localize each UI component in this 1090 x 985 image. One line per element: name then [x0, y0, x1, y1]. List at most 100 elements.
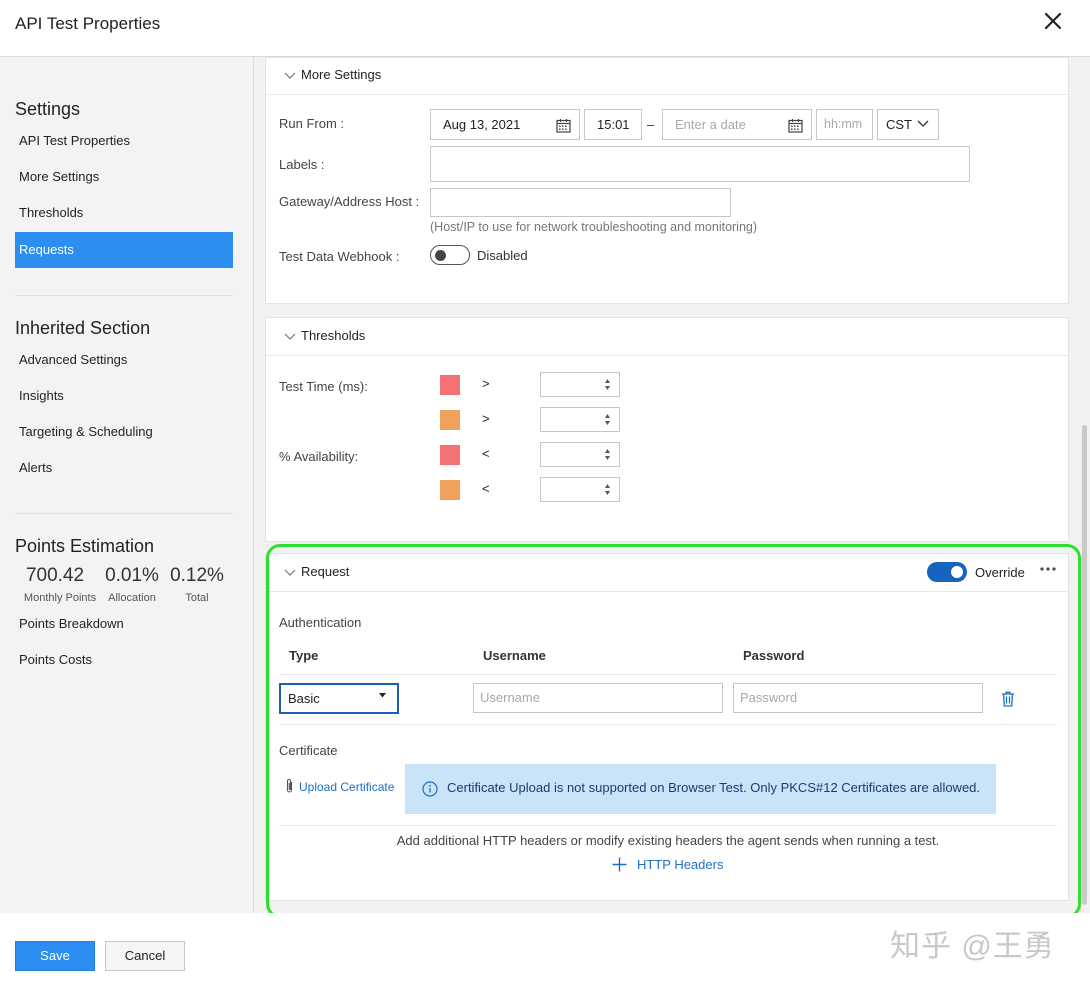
end-date-input[interactable]: Enter a date: [662, 109, 812, 140]
gateway-input[interactable]: [430, 188, 731, 217]
spinner-arrows-icon[interactable]: [604, 377, 611, 392]
password-placeholder: Password: [740, 690, 798, 705]
inherited-heading: Inherited Section: [15, 318, 151, 338]
table-divider: [279, 674, 1057, 675]
paperclip-icon: [286, 779, 293, 793]
username-placeholder: Username: [480, 690, 540, 705]
col-username-header: Username: [483, 648, 546, 663]
auth-type-value: Basic: [288, 691, 320, 706]
request-title: Request: [301, 564, 350, 579]
threshold-input[interactable]: [540, 407, 620, 432]
table-divider: [279, 724, 1057, 725]
caret-down-icon: [379, 693, 386, 698]
timezone-value: CST: [886, 117, 912, 132]
allocation-value: 0.01%: [105, 565, 159, 586]
sidebar-item-thresholds[interactable]: Thresholds: [15, 195, 233, 231]
webhook-state: Disabled: [477, 248, 528, 263]
add-http-headers-label: HTTP Headers: [637, 857, 724, 872]
end-time-input[interactable]: hh:mm: [816, 109, 873, 140]
allocation-label: Allocation: [108, 592, 156, 604]
dialog-footer: Save Cancel 知乎 @王勇: [0, 913, 1090, 985]
chevron-down-icon: [284, 569, 296, 576]
sidebar-item-more-settings[interactable]: More Settings: [15, 159, 233, 195]
sidebar-item-advanced-settings[interactable]: Advanced Settings: [15, 342, 233, 378]
username-input[interactable]: Username: [473, 683, 723, 713]
labels-label: Labels :: [279, 157, 325, 172]
spinner-arrows-icon[interactable]: [604, 482, 611, 497]
run-from-label: Run From :: [279, 116, 345, 131]
threshold-operator: <: [482, 481, 490, 496]
threshold-operator: <: [482, 446, 490, 461]
col-password-header: Password: [743, 648, 805, 663]
thresholds-header[interactable]: Thresholds: [266, 318, 1068, 356]
calendar-icon[interactable]: [556, 118, 571, 133]
save-button[interactable]: Save: [15, 941, 95, 971]
timezone-select[interactable]: CST: [877, 109, 939, 140]
more-settings-header[interactable]: More Settings: [266, 58, 1068, 95]
total-label: Total: [185, 592, 209, 604]
ellipsis-icon[interactable]: [1039, 566, 1057, 572]
col-type-header: Type: [289, 648, 319, 663]
dialog-title: API Test Properties: [15, 14, 161, 33]
trash-icon[interactable]: [1001, 691, 1015, 707]
sidebar-item-requests[interactable]: Requests: [15, 232, 233, 268]
threshold-operator: >: [482, 411, 490, 426]
points-breakdown-link[interactable]: Points Breakdown: [15, 606, 233, 642]
settings-heading: Settings: [15, 99, 81, 119]
webhook-label: Test Data Webhook :: [279, 249, 400, 264]
main-content: More Settings Run From : Aug 13, 2021 15…: [254, 57, 1090, 913]
sidebar-item-api-test-properties[interactable]: API Test Properties: [15, 123, 233, 159]
threshold-input[interactable]: [540, 477, 620, 502]
watermark: 知乎 @王勇: [890, 930, 1055, 963]
upload-certificate-label: Upload Certificate: [299, 780, 395, 794]
points-heading: Points Estimation: [15, 536, 155, 556]
thresholds-title: Thresholds: [301, 328, 366, 343]
monthly-points-value: 700.42: [25, 565, 85, 586]
close-icon[interactable]: [1040, 8, 1066, 34]
start-date-input[interactable]: Aug 13, 2021: [430, 109, 580, 140]
threshold-operator: >: [482, 376, 490, 391]
calendar-icon[interactable]: [788, 118, 803, 133]
password-input[interactable]: Password: [733, 683, 983, 713]
info-icon: [422, 781, 438, 797]
range-separator: –: [647, 117, 655, 132]
threshold-color-swatch: [440, 480, 460, 500]
sidebar-divider: [15, 513, 233, 514]
dialog-header: API Test Properties: [0, 0, 1090, 57]
cancel-button[interactable]: Cancel: [105, 941, 185, 971]
chevron-down-icon: [284, 72, 296, 79]
override-toggle[interactable]: [927, 562, 967, 582]
threshold-color-swatch: [440, 445, 460, 465]
gateway-label: Gateway/Address Host :: [279, 194, 420, 209]
test-time-label: Test Time (ms):: [279, 379, 368, 394]
sidebar-item-alerts[interactable]: Alerts: [15, 450, 233, 486]
certificate-heading: Certificate: [279, 743, 338, 758]
sidebar: Settings API Test Properties More Settin…: [0, 57, 254, 913]
start-time-input[interactable]: 15:01: [584, 109, 642, 140]
certificate-info-text: Certificate Upload is not supported on B…: [447, 780, 981, 795]
threshold-input[interactable]: [540, 372, 620, 397]
auth-type-select[interactable]: Basic: [279, 683, 399, 714]
sidebar-divider: [15, 295, 233, 296]
webhook-toggle[interactable]: [430, 245, 470, 265]
start-date-value: Aug 13, 2021: [443, 117, 521, 132]
request-header[interactable]: Request Override: [266, 554, 1068, 592]
thresholds-card: Thresholds Test Time (ms): % Availabilit…: [265, 317, 1069, 542]
monthly-points-label: Monthly Points: [23, 592, 97, 604]
threshold-color-swatch: [440, 410, 460, 430]
chevron-down-icon: [284, 333, 296, 340]
labels-input[interactable]: [430, 146, 970, 182]
headers-hint: Add additional HTTP headers or modify ex…: [396, 833, 940, 848]
certificate-info-banner: Certificate Upload is not supported on B…: [405, 764, 996, 814]
threshold-input[interactable]: [540, 442, 620, 467]
spinner-arrows-icon[interactable]: [604, 447, 611, 462]
override-label: Override: [975, 565, 1025, 580]
spinner-arrows-icon[interactable]: [604, 412, 611, 427]
chevron-down-icon: [917, 120, 929, 127]
sidebar-item-targeting-scheduling[interactable]: Targeting & Scheduling: [15, 414, 233, 450]
scrollbar-thumb[interactable]: [1082, 425, 1087, 905]
request-card: Request Override Authentication Type Use…: [265, 553, 1069, 901]
sidebar-item-insights[interactable]: Insights: [15, 378, 233, 414]
toggle-knob: [435, 250, 446, 261]
points-costs-link[interactable]: Points Costs: [15, 642, 233, 678]
